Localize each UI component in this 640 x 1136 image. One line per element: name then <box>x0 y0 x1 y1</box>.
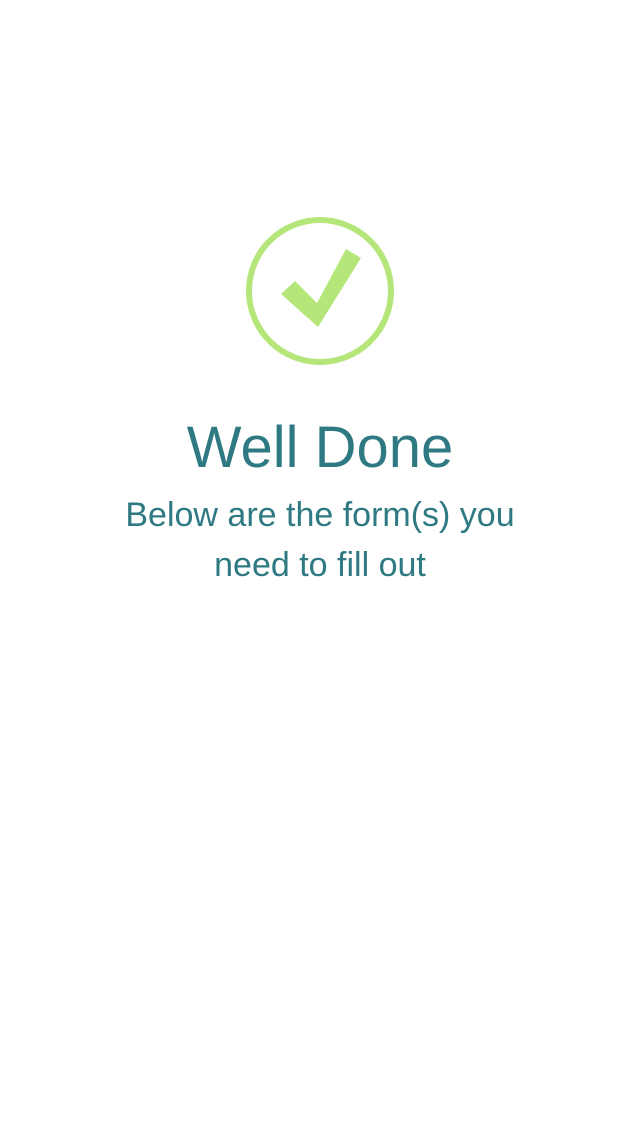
instruction-message: Below are the form(s) you need to fill o… <box>125 496 515 584</box>
page-title: Well Done <box>186 415 454 480</box>
success-screen: Well Done Below are the form(s) you need… <box>0 0 640 1136</box>
check-circle-icon <box>245 216 395 366</box>
